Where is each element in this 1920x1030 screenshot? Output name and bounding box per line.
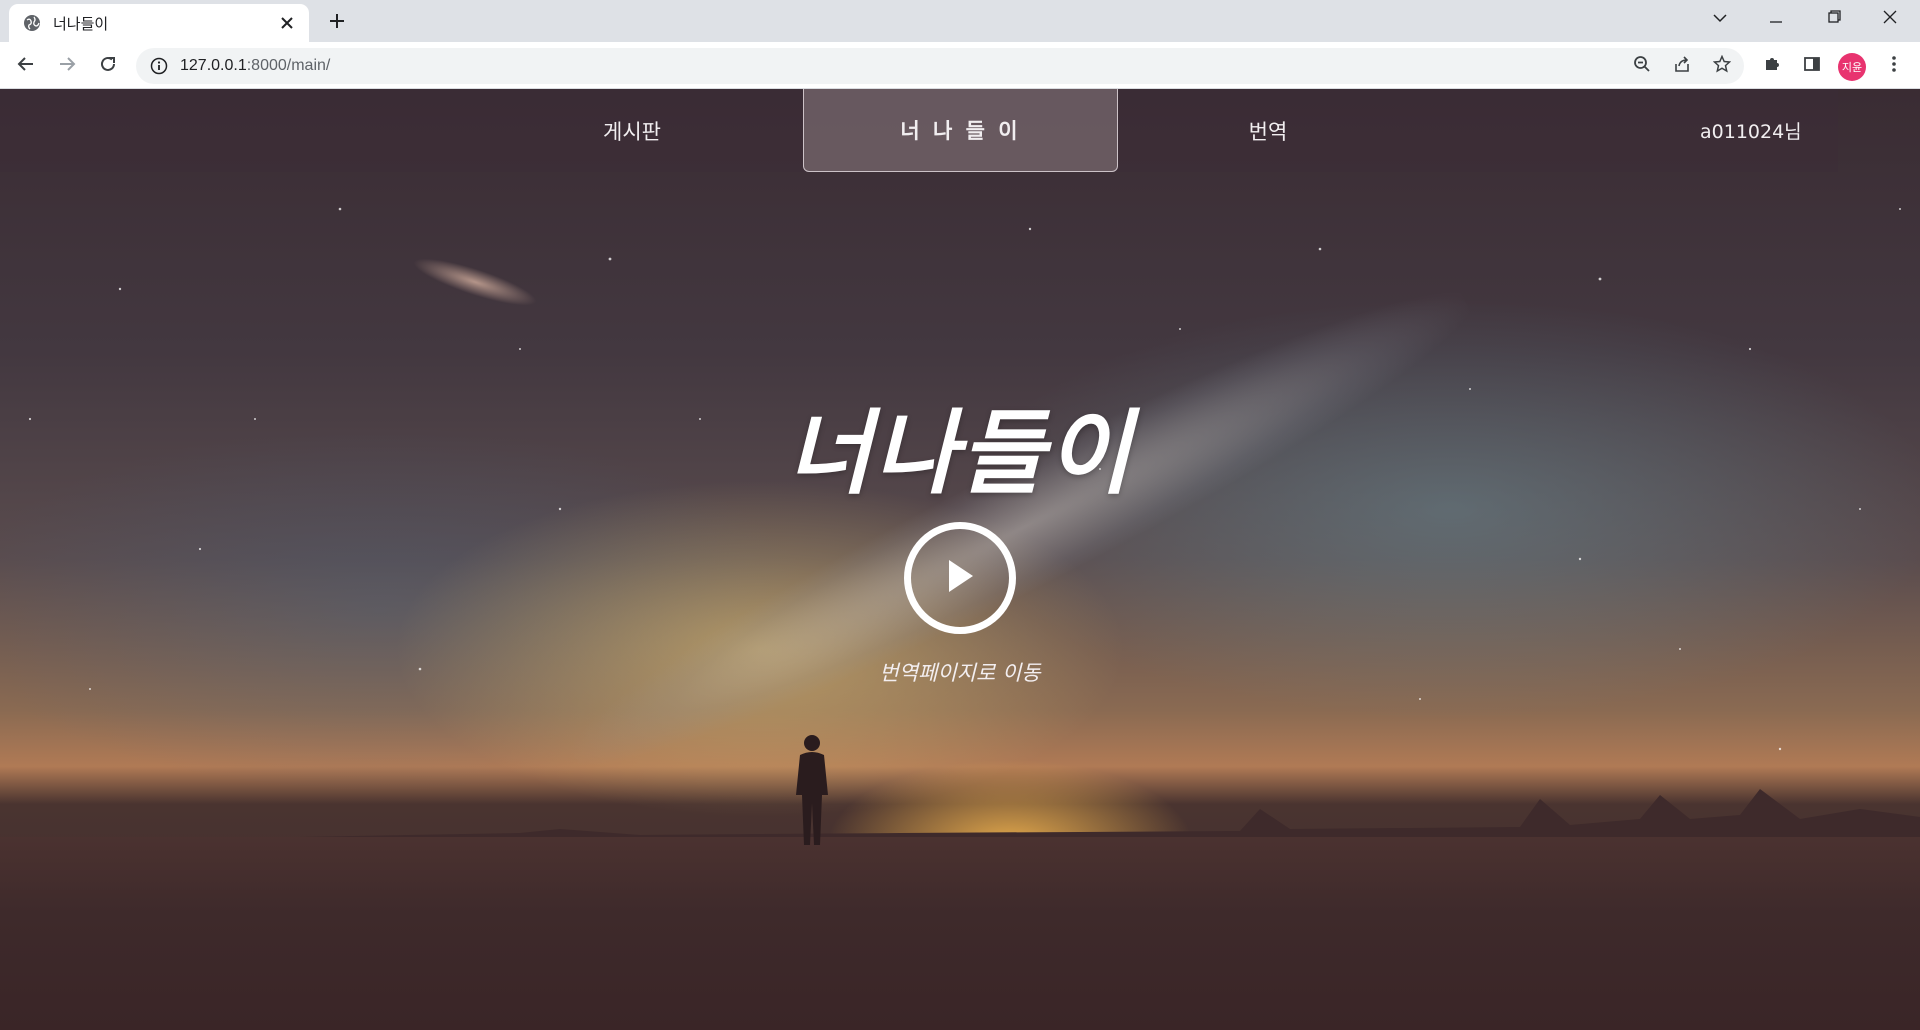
browser-menu-button[interactable] bbox=[1878, 50, 1910, 82]
browser-tab[interactable]: 너나들이 bbox=[9, 4, 309, 42]
puzzle-icon bbox=[1763, 55, 1781, 78]
window-close-icon bbox=[1883, 10, 1897, 29]
side-panel-button[interactable] bbox=[1796, 50, 1828, 82]
page-viewport: 게시판 너 나 들 이 번역 a011024님 너나들이 번역페이지로 이동 bbox=[0, 89, 1920, 1030]
tab-search-button[interactable] bbox=[1692, 0, 1748, 38]
url-host: 127.0.0.1 bbox=[180, 57, 247, 74]
minimize-button[interactable] bbox=[1748, 0, 1804, 38]
tab-strip: 너나들이 bbox=[0, 0, 1920, 42]
nav-item-board[interactable]: 게시판 bbox=[510, 89, 754, 172]
nav-item-translate[interactable]: 번역 bbox=[1148, 89, 1388, 172]
browser-toolbar: 127.0.0.1:8000/main/ 지윤 bbox=[0, 42, 1920, 89]
reload-button[interactable] bbox=[92, 50, 124, 82]
bookmark-button[interactable] bbox=[1706, 50, 1738, 82]
chevron-down-icon bbox=[1713, 10, 1727, 28]
restore-icon bbox=[1827, 10, 1841, 28]
new-tab-button[interactable] bbox=[323, 9, 351, 37]
share-icon bbox=[1673, 55, 1691, 78]
person-silhouette bbox=[796, 735, 828, 845]
play-button[interactable] bbox=[904, 522, 1016, 634]
reload-icon bbox=[99, 55, 117, 78]
zoom-icon bbox=[1633, 55, 1651, 78]
star-icon bbox=[1712, 54, 1732, 78]
info-icon[interactable] bbox=[150, 57, 168, 75]
site-nav: 게시판 너 나 들 이 번역 a011024님 bbox=[0, 89, 1920, 172]
side-panel-icon bbox=[1803, 55, 1821, 78]
zoom-button[interactable] bbox=[1626, 50, 1658, 82]
play-caption[interactable]: 번역페이지로 이동 bbox=[760, 657, 1160, 687]
ground-background bbox=[0, 837, 1920, 1030]
globe-icon bbox=[23, 14, 41, 32]
window-close-button[interactable] bbox=[1862, 0, 1918, 38]
url-path: :8000/main/ bbox=[246, 57, 331, 74]
address-bar[interactable]: 127.0.0.1:8000/main/ bbox=[136, 48, 1744, 84]
forward-button[interactable] bbox=[51, 50, 83, 82]
share-button[interactable] bbox=[1666, 50, 1698, 82]
minimize-icon bbox=[1770, 10, 1782, 28]
extensions-button[interactable] bbox=[1756, 50, 1788, 82]
forward-arrow-icon bbox=[58, 55, 76, 78]
close-icon[interactable] bbox=[277, 13, 297, 33]
back-button[interactable] bbox=[10, 50, 42, 82]
plus-icon bbox=[329, 13, 345, 34]
profile-avatar[interactable]: 지윤 bbox=[1838, 53, 1866, 81]
kebab-menu-icon bbox=[1891, 55, 1897, 78]
hero-title: 너나들이 bbox=[786, 400, 1134, 507]
back-arrow-icon bbox=[17, 55, 35, 78]
tab-title: 너나들이 bbox=[53, 15, 109, 33]
nav-item-home[interactable]: 너 나 들 이 bbox=[803, 89, 1118, 172]
user-greeting[interactable]: a011024님 bbox=[1700, 89, 1802, 172]
restore-button[interactable] bbox=[1806, 0, 1862, 38]
play-icon bbox=[943, 557, 977, 600]
